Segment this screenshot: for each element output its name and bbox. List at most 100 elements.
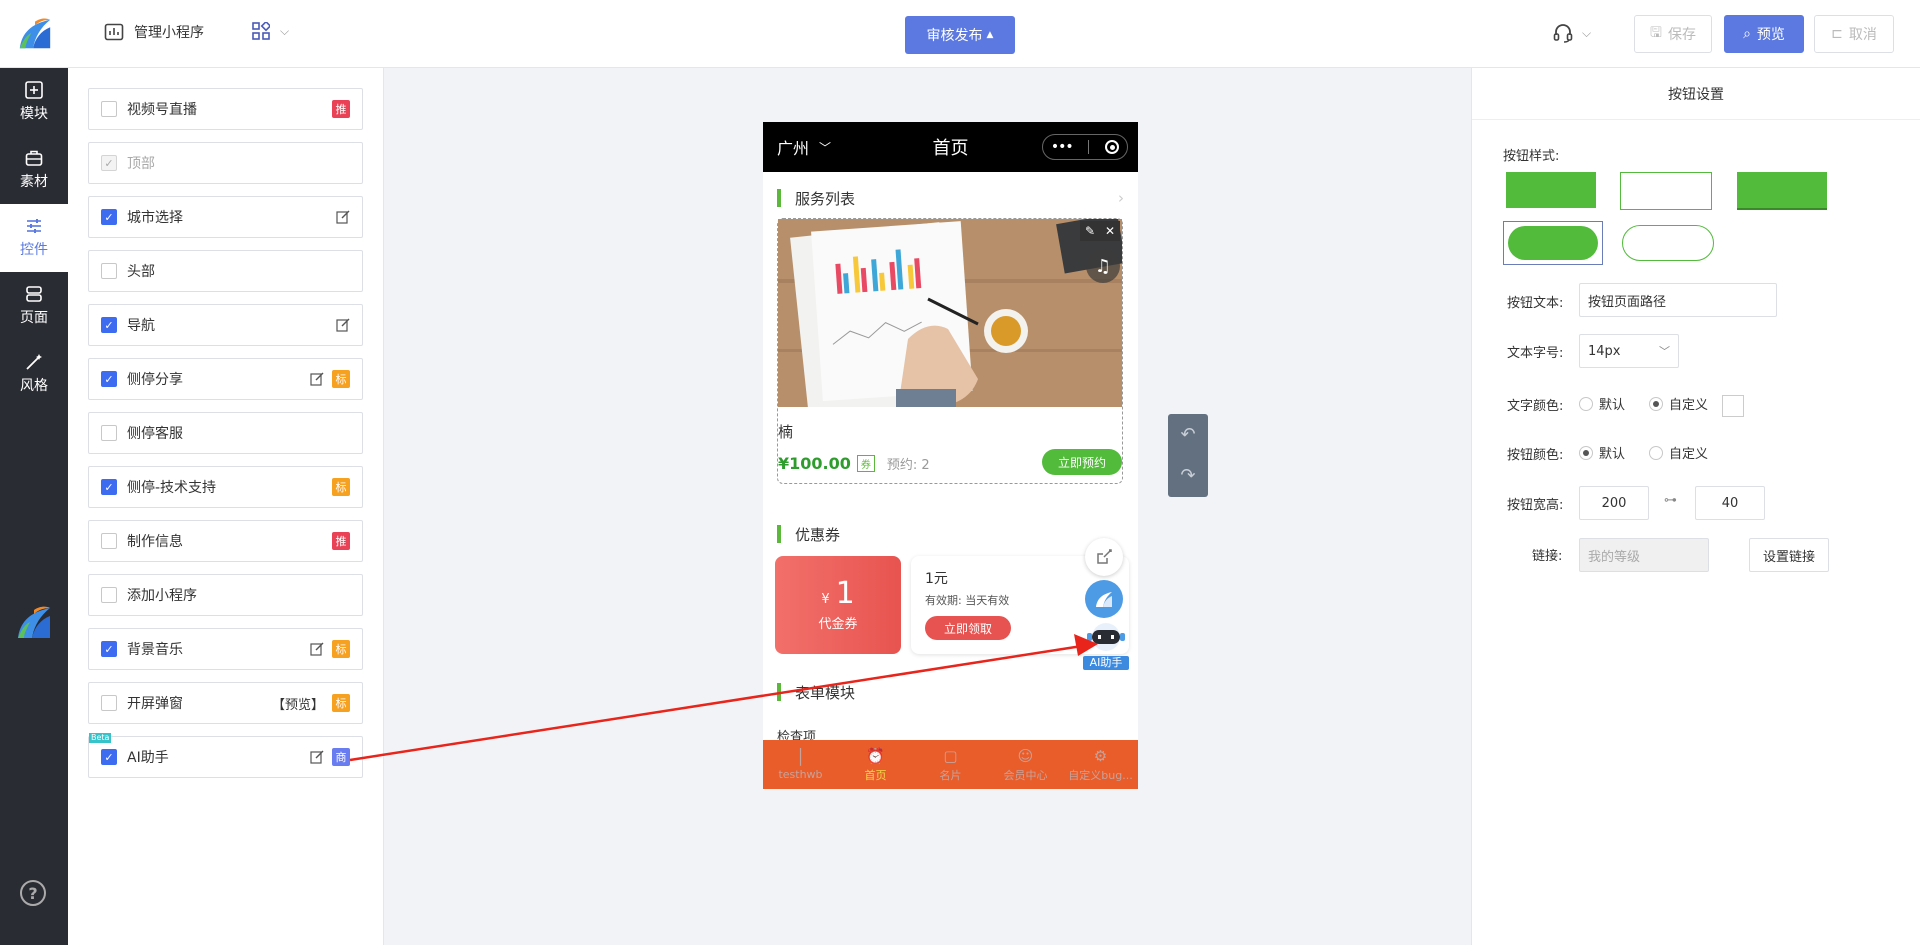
music-icon[interactable]: ♫ bbox=[1086, 249, 1120, 283]
control-label: 背景音乐 bbox=[127, 642, 183, 658]
phone-tab[interactable]: ⚙ 自定义bug... bbox=[1063, 740, 1138, 789]
control-checkbox[interactable] bbox=[101, 425, 117, 441]
control-tag: 商 bbox=[332, 748, 350, 766]
text-color-custom-radio[interactable]: 自定义 bbox=[1649, 394, 1708, 413]
control-item[interactable]: 制作信息 推 bbox=[88, 520, 363, 562]
phone-tab[interactable]: │ testhwb bbox=[763, 740, 838, 789]
control-checkbox[interactable] bbox=[101, 533, 117, 549]
save-button[interactable]: 🖫 保存 bbox=[1634, 15, 1712, 53]
control-checkbox[interactable] bbox=[101, 695, 117, 711]
edit-icon[interactable] bbox=[336, 318, 350, 332]
phone-tab[interactable]: ⏰ 首页 bbox=[838, 740, 913, 789]
control-checkbox[interactable]: ✓ bbox=[101, 209, 117, 225]
tech-support-float-button[interactable] bbox=[1085, 580, 1123, 618]
control-checkbox[interactable]: ✓ bbox=[101, 371, 117, 387]
coupon-name: 1元 bbox=[925, 571, 948, 587]
miniprogram-capsule[interactable]: ••• bbox=[1042, 134, 1128, 160]
claim-coupon-button[interactable]: 立即领取 bbox=[925, 616, 1011, 640]
customer-service-dropdown[interactable]: ⌵ bbox=[1552, 22, 1591, 44]
style-option-outline[interactable] bbox=[1620, 172, 1712, 210]
control-checkbox[interactable]: ✓ bbox=[101, 749, 117, 765]
button-width-input[interactable]: 200 bbox=[1579, 486, 1649, 520]
cancel-label: 取消 bbox=[1848, 27, 1877, 43]
control-item[interactable]: ✓ 导航 bbox=[88, 304, 363, 346]
service-list-header[interactable]: 服务列表 › bbox=[763, 178, 1138, 218]
control-item[interactable]: Beta ✓ AI助手 商 bbox=[88, 733, 363, 778]
control-checkbox[interactable]: ✓ bbox=[101, 479, 117, 495]
ai-assistant-float-button[interactable]: AI助手 bbox=[1083, 622, 1129, 670]
control-checkbox[interactable] bbox=[101, 263, 117, 279]
control-checkbox[interactable] bbox=[101, 587, 117, 603]
button-height-input[interactable]: 40 bbox=[1695, 486, 1765, 520]
section-bar bbox=[777, 525, 781, 543]
button-color-default-radio[interactable]: 默认 bbox=[1579, 443, 1625, 462]
control-item[interactable]: ✓ 侧停-技术支持 标 bbox=[88, 466, 363, 508]
font-size-label: 文本字号: bbox=[1507, 346, 1564, 361]
nav-item-materials[interactable]: 素材 bbox=[0, 136, 68, 204]
app-logo-icon[interactable] bbox=[16, 14, 54, 52]
set-link-button[interactable]: 设置链接 bbox=[1749, 538, 1829, 572]
phone-tab[interactable]: ☺ 会员中心 bbox=[988, 740, 1063, 789]
share-float-button[interactable] bbox=[1085, 538, 1123, 576]
edit-icon[interactable]: ✎ bbox=[1085, 224, 1095, 238]
magic-wand-icon bbox=[26, 354, 42, 370]
control-checkbox[interactable]: ✓ bbox=[101, 641, 117, 657]
link-ratio-icon[interactable]: ⊶ bbox=[1664, 493, 1677, 508]
preview-label: 预览 bbox=[1756, 27, 1785, 43]
price-row: ¥100.00 券 预约: 2 bbox=[778, 454, 930, 473]
style-option-solid[interactable] bbox=[1506, 172, 1596, 208]
control-item[interactable]: 添加小程序 bbox=[88, 574, 363, 616]
style-option-round-outline[interactable] bbox=[1622, 225, 1714, 261]
edit-icon[interactable] bbox=[310, 642, 324, 656]
control-checkbox[interactable] bbox=[101, 101, 117, 117]
button-text-input[interactable]: 按钮页面路径 bbox=[1579, 283, 1777, 317]
chevron-down-icon: ⌵ bbox=[280, 23, 290, 38]
control-item[interactable]: ✓ 顶部 bbox=[88, 142, 363, 184]
control-item[interactable]: ✓ 城市选择 bbox=[88, 196, 363, 238]
control-item[interactable]: 视频号直播 推 bbox=[88, 88, 363, 130]
control-label: 开屏弹窗 bbox=[127, 696, 183, 712]
control-item[interactable]: 侧停客服 bbox=[88, 412, 363, 454]
nav-item-controls[interactable]: 控件 bbox=[0, 204, 68, 272]
control-item[interactable]: ✓ 侧停分享 标 bbox=[88, 358, 363, 400]
text-color-swatch[interactable] bbox=[1722, 395, 1744, 417]
link-input[interactable]: 我的等级 bbox=[1579, 538, 1709, 572]
control-item[interactable]: 头部 bbox=[88, 250, 363, 292]
nav-item-pages[interactable]: 页面 bbox=[0, 272, 68, 340]
nav-item-modules[interactable]: 模块 bbox=[0, 68, 68, 136]
edit-icon[interactable] bbox=[310, 372, 324, 386]
controls-panel: 视频号直播推 ✓ 顶部 ✓ 城市选择头部 ✓ 导航 ✓ 侧停分享标侧停客服 ✓ 侧停-技术支持标制作… bbox=[68, 68, 384, 945]
radio-dot bbox=[1649, 396, 1664, 411]
control-checkbox[interactable]: ✓ bbox=[101, 155, 117, 171]
book-now-button[interactable]: 立即预约 bbox=[1042, 449, 1122, 475]
style-option-shadow[interactable] bbox=[1737, 172, 1827, 208]
close-icon[interactable]: ✕ bbox=[1105, 224, 1115, 238]
manage-miniprogram-button[interactable]: 管理小程序 bbox=[104, 22, 204, 42]
help-icon[interactable]: ? bbox=[20, 880, 46, 906]
preview-button[interactable]: ⌕ 预览 bbox=[1724, 15, 1804, 53]
apps-dropdown[interactable]: ⌵ bbox=[252, 22, 289, 40]
redo-icon[interactable]: ↷ bbox=[1168, 455, 1208, 496]
control-checkbox[interactable]: ✓ bbox=[101, 317, 117, 333]
cancel-button[interactable]: ⊏ 取消 bbox=[1814, 15, 1894, 53]
font-size-select[interactable]: 14px ﹀ bbox=[1579, 334, 1679, 368]
nav-item-style[interactable]: 风格 bbox=[0, 340, 68, 408]
text-color-default-radio[interactable]: 默认 bbox=[1579, 394, 1625, 413]
edit-icon[interactable] bbox=[310, 750, 324, 764]
undo-icon[interactable]: ↶ bbox=[1168, 414, 1208, 455]
manage-label: 管理小程序 bbox=[134, 25, 204, 41]
style-option-round-solid[interactable] bbox=[1503, 221, 1603, 265]
publish-button[interactable]: 审核发布 ▲ bbox=[905, 16, 1015, 54]
service-card[interactable]: ✎ ✕ ♫ 楠 ¥100.00 券 预约: 2 立即预约 bbox=[777, 218, 1123, 484]
preview-link[interactable]: 【预览】 bbox=[272, 694, 324, 713]
control-item[interactable]: ✓ 背景音乐 标 bbox=[88, 628, 363, 670]
form-section-title: 表单模块 bbox=[795, 683, 856, 702]
control-item[interactable]: 开屏弹窗 【预览】标 bbox=[88, 682, 363, 724]
edit-icon[interactable] bbox=[336, 210, 350, 224]
phone-tab[interactable]: ▢ 名片 bbox=[913, 740, 988, 789]
control-tag: 标 bbox=[332, 478, 350, 496]
coupon-validity: 有效期: 当天有效 bbox=[925, 594, 1010, 607]
more-icon: ••• bbox=[1050, 139, 1074, 155]
briefcase-icon bbox=[25, 150, 43, 166]
button-color-custom-radio[interactable]: 自定义 bbox=[1649, 443, 1708, 462]
